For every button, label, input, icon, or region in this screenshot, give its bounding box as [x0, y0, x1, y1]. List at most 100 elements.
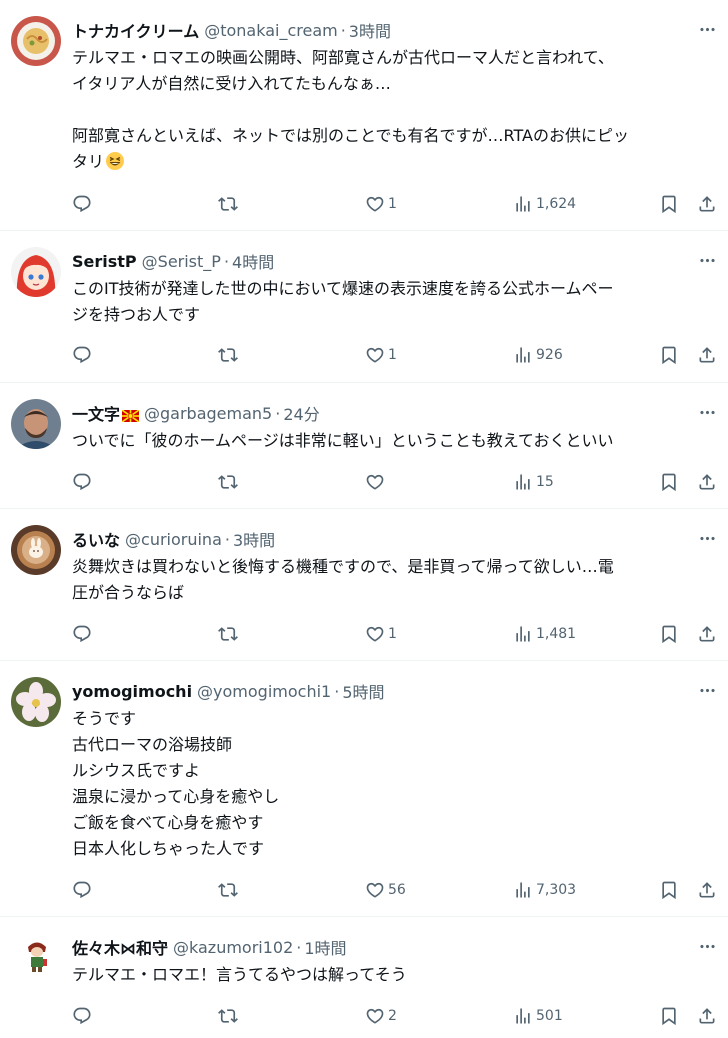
reply-button[interactable]: [72, 1004, 92, 1028]
view-count: 501: [536, 1008, 563, 1024]
retweet-button[interactable]: [218, 1004, 238, 1028]
tweet-6[interactable]: 佐々木⋈和守 @kazumori102 · 1時間 テルマエ・ロマエ！言うてるや…: [0, 917, 728, 1038]
bookmark-button[interactable]: [659, 1004, 679, 1028]
views-button[interactable]: 501: [513, 1004, 563, 1028]
text-line-with-emoji: タリ: [72, 149, 712, 175]
views-button[interactable]: 7,303: [513, 878, 576, 902]
retweet-button[interactable]: [218, 192, 238, 216]
timestamp[interactable]: 3時間: [233, 527, 275, 551]
reply-button[interactable]: [72, 192, 92, 216]
share-button[interactable]: [697, 343, 717, 367]
bookmark-icon: [659, 345, 679, 365]
tweet-1[interactable]: トナカイクリーム @tonakai_cream · 3時間 テルマエ・ロマエの映…: [0, 0, 728, 231]
bookmark-button[interactable]: [659, 192, 679, 216]
avatar[interactable]: [11, 399, 61, 449]
more-icon[interactable]: [696, 679, 718, 701]
bookmark-button[interactable]: [659, 622, 679, 646]
tweet-text: テルマエ・ロマエ！言うてるやつは解ってそう: [72, 962, 712, 988]
text-line: そうです: [72, 709, 137, 728]
share-button[interactable]: [697, 1004, 717, 1028]
avatar[interactable]: [11, 525, 61, 575]
separator-dot: ·: [224, 529, 230, 549]
avatar[interactable]: [11, 16, 61, 66]
reply-button[interactable]: [72, 470, 92, 494]
like-button[interactable]: 1: [365, 343, 397, 367]
display-name[interactable]: 一文字: [72, 401, 120, 425]
like-button[interactable]: 2: [365, 1004, 397, 1028]
like-button[interactable]: 1: [365, 622, 397, 646]
views-button[interactable]: 1,481: [513, 622, 576, 646]
views-icon: [513, 624, 533, 644]
action-bar: 2 501: [0, 1004, 728, 1028]
retweet-icon: [218, 472, 238, 492]
text-segment: タリ: [72, 152, 105, 171]
user-handle[interactable]: @curioruina: [125, 530, 222, 549]
like-button[interactable]: [365, 470, 388, 494]
text-line: 日本人化しちゃった人です: [72, 839, 265, 858]
bookmark-button[interactable]: [659, 343, 679, 367]
timestamp[interactable]: 3時間: [349, 18, 391, 42]
bookmark-button[interactable]: [659, 878, 679, 902]
retweet-icon: [218, 345, 238, 365]
like-icon: [365, 472, 385, 492]
like-button[interactable]: 1: [365, 192, 397, 216]
display-name[interactable]: トナカイクリーム: [72, 18, 199, 42]
action-bar: 1 926: [0, 343, 728, 367]
action-bar: 15: [0, 470, 728, 494]
text-line: ついでに「彼のホームページは非常に軽い」ということも教えておくといい: [72, 431, 614, 450]
share-button[interactable]: [697, 878, 717, 902]
user-handle[interactable]: @yomogimochi1: [197, 682, 331, 701]
timestamp[interactable]: 24分: [283, 401, 319, 425]
share-button[interactable]: [697, 192, 717, 216]
views-button[interactable]: 15: [513, 470, 554, 494]
reply-button[interactable]: [72, 878, 92, 902]
tweet-2[interactable]: SeristP @Serist_P · 4時間 このIT技術が発達した世の中にお…: [0, 231, 728, 383]
timestamp[interactable]: 4時間: [232, 249, 274, 273]
avatar[interactable]: [11, 677, 61, 727]
like-button[interactable]: 56: [365, 878, 406, 902]
display-name[interactable]: 佐々木⋈和守: [72, 935, 168, 959]
tweet-text: そうです 古代ローマの浴場技師 ルシウス氏ですよ 温泉に浸かって心身を癒やし ご…: [72, 706, 712, 862]
tweet-5[interactable]: yomogimochi @yomogimochi1 · 5時間 そうです 古代ロ…: [0, 661, 728, 917]
more-icon[interactable]: [696, 249, 718, 271]
more-icon[interactable]: [696, 18, 718, 40]
timestamp[interactable]: 1時間: [304, 935, 346, 959]
like-icon: [365, 345, 385, 365]
share-button[interactable]: [697, 622, 717, 646]
share-icon: [697, 345, 717, 365]
display-name[interactable]: SeristP: [72, 252, 137, 271]
bookmark-icon: [659, 472, 679, 492]
user-handle[interactable]: @garbageman5: [144, 404, 272, 423]
views-button[interactable]: 926: [513, 343, 563, 367]
more-icon[interactable]: [696, 527, 718, 549]
views-button[interactable]: 1,624: [513, 192, 576, 216]
display-name[interactable]: yomogimochi: [72, 682, 192, 701]
bookmark-button[interactable]: [659, 470, 679, 494]
avatar[interactable]: [11, 247, 61, 297]
tweet-header: 佐々木⋈和守 @kazumori102 · 1時間: [72, 935, 347, 959]
display-name[interactable]: るいな: [72, 527, 120, 551]
view-count: 1,624: [536, 196, 577, 212]
action-bar: 56 7,303: [0, 878, 728, 902]
avatar[interactable]: [18, 937, 56, 975]
user-handle[interactable]: @Serist_P: [142, 252, 221, 271]
timestamp[interactable]: 5時間: [342, 679, 384, 703]
more-icon[interactable]: [696, 401, 718, 423]
text-line: テルマエ・ロマエ！言うてるやつは解ってそう: [72, 965, 407, 984]
share-button[interactable]: [697, 470, 717, 494]
user-handle[interactable]: @tonakai_cream: [204, 21, 338, 40]
user-handle[interactable]: @kazumori102: [173, 938, 293, 957]
tweet-4[interactable]: るいな @curioruina · 3時間 炎舞炊きは買わないと後悔する機種です…: [0, 509, 728, 661]
retweet-button[interactable]: [218, 622, 238, 646]
tweet-3[interactable]: 一文字 @garbageman5 · 24分 ついでに「彼のホームページは非常に…: [0, 383, 728, 509]
retweet-button[interactable]: [218, 878, 238, 902]
reply-button[interactable]: [72, 343, 92, 367]
retweet-button[interactable]: [218, 470, 238, 494]
bookmark-icon: [659, 880, 679, 900]
reply-button[interactable]: [72, 622, 92, 646]
reply-icon: [72, 194, 92, 214]
retweet-button[interactable]: [218, 343, 238, 367]
north-macedonia-flag-icon: [121, 407, 140, 423]
text-line: ルシウス氏ですよ: [72, 761, 201, 780]
more-icon[interactable]: [696, 935, 718, 957]
